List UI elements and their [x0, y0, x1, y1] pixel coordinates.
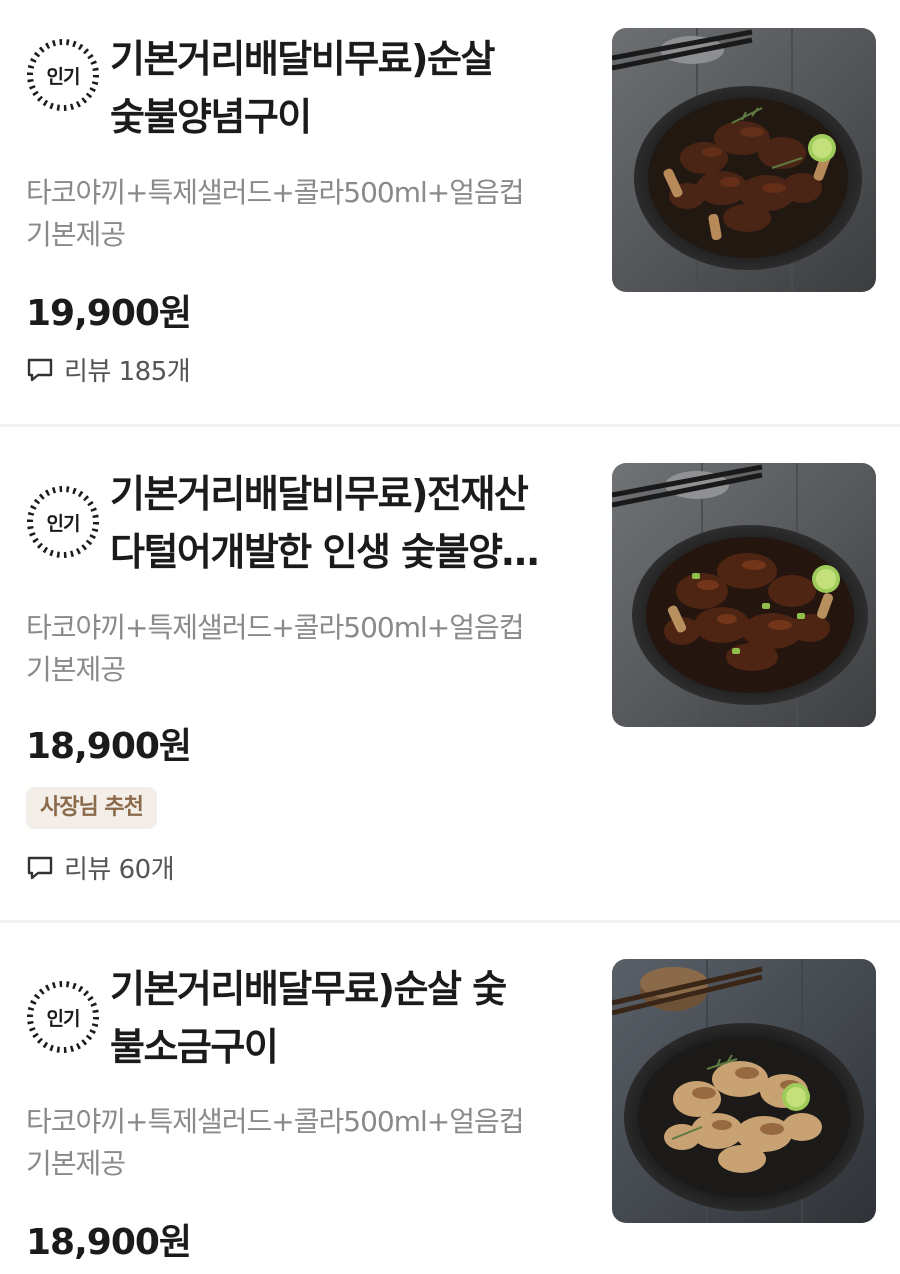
popular-badge: 인기 — [24, 36, 102, 114]
menu-item-title: 기본거리배달무료)순살 숯 불소금구이 — [110, 960, 580, 1076]
menu-item-description-line: 기본제공 — [26, 653, 126, 686]
menu-item-description-line: 기본제공 — [26, 218, 126, 251]
menu-item-description-line: 타코야끼+특제샐러드+콜라500ml+얼음컵 — [26, 1105, 525, 1138]
menu-item-description-line: 타코야끼+특제샐러드+콜라500ml+얼음컵 — [26, 176, 525, 209]
menu-item-description-line: 기본제공 — [26, 1147, 126, 1180]
review-count-label: 리뷰 60개 — [64, 855, 175, 885]
menu-item-photo[interactable] — [612, 463, 876, 727]
menu-item-description: 타코야끼+특제샐러드+콜라500ml+얼음컵 기본제공 — [26, 172, 586, 256]
menu-item-title-line: 기본거리배달무료)순살 숯 — [110, 967, 507, 1011]
menu-item-title-line: 다털어개발한 인생 숯불양… — [110, 530, 540, 574]
popular-badge-label: 인기 — [46, 65, 81, 88]
menu-item-description-line: 타코야끼+특제샐러드+콜라500ml+얼음컵 — [26, 611, 525, 644]
popular-badge: 인기 — [24, 483, 102, 561]
menu-item-description: 타코야끼+특제샐러드+콜라500ml+얼음컵 기본제공 — [26, 1101, 586, 1185]
popular-badge-label: 인기 — [46, 1007, 81, 1030]
menu-item[interactable]: 인기 기본거리배달무료)순살 숯 불소금구이 타코야끼+특제샐러드+콜라500m… — [0, 923, 900, 1274]
review-count[interactable]: 리뷰 185개 — [26, 351, 191, 388]
menu-item-title-line: 불소금구이 — [110, 1025, 279, 1069]
review-count-label: 리뷰 185개 — [64, 357, 191, 387]
menu-item-price: 18,900원 — [26, 1222, 192, 1263]
menu-item-title-line: 숯불양념구이 — [110, 95, 312, 139]
popular-badge: 인기 — [24, 978, 102, 1056]
review-count[interactable]: 리뷰 60개 — [26, 849, 175, 886]
menu-list: 인기 기본거리배달비무료)순살 숯불양념구이 타코야끼+특제샐러드+콜라500m… — [0, 0, 900, 1274]
menu-item-title-line: 기본거리배달비무료)순살 — [110, 37, 495, 81]
speech-bubble-icon — [27, 856, 53, 879]
salt-grilled-chicken-dish-image — [612, 959, 876, 1223]
popular-badge-label: 인기 — [46, 512, 81, 535]
speech-bubble-icon — [27, 358, 53, 381]
menu-item-photo[interactable] — [612, 28, 876, 292]
menu-item-photo[interactable] — [612, 959, 876, 1223]
menu-item-price: 18,900원 — [26, 726, 192, 767]
grilled-chicken-dish-image — [612, 463, 876, 727]
menu-item-description: 타코야끼+특제샐러드+콜라500ml+얼음컵 기본제공 — [26, 607, 586, 691]
menu-item-title: 기본거리배달비무료)전재산 다털어개발한 인생 숯불양… — [110, 465, 580, 581]
owner-recommended-tag: 사장님 추천 — [26, 787, 157, 829]
menu-item[interactable]: 인기 기본거리배달비무료)순살 숯불양념구이 타코야끼+특제샐러드+콜라500m… — [0, 0, 900, 424]
grilled-chicken-dish-image — [612, 28, 876, 292]
menu-item-price: 19,900원 — [26, 293, 192, 334]
menu-item[interactable]: 인기 기본거리배달비무료)전재산 다털어개발한 인생 숯불양… 타코야끼+특제샐… — [0, 427, 900, 920]
menu-item-title: 기본거리배달비무료)순살 숯불양념구이 — [110, 30, 580, 146]
menu-item-title-line: 기본거리배달비무료)전재산 — [110, 472, 529, 516]
